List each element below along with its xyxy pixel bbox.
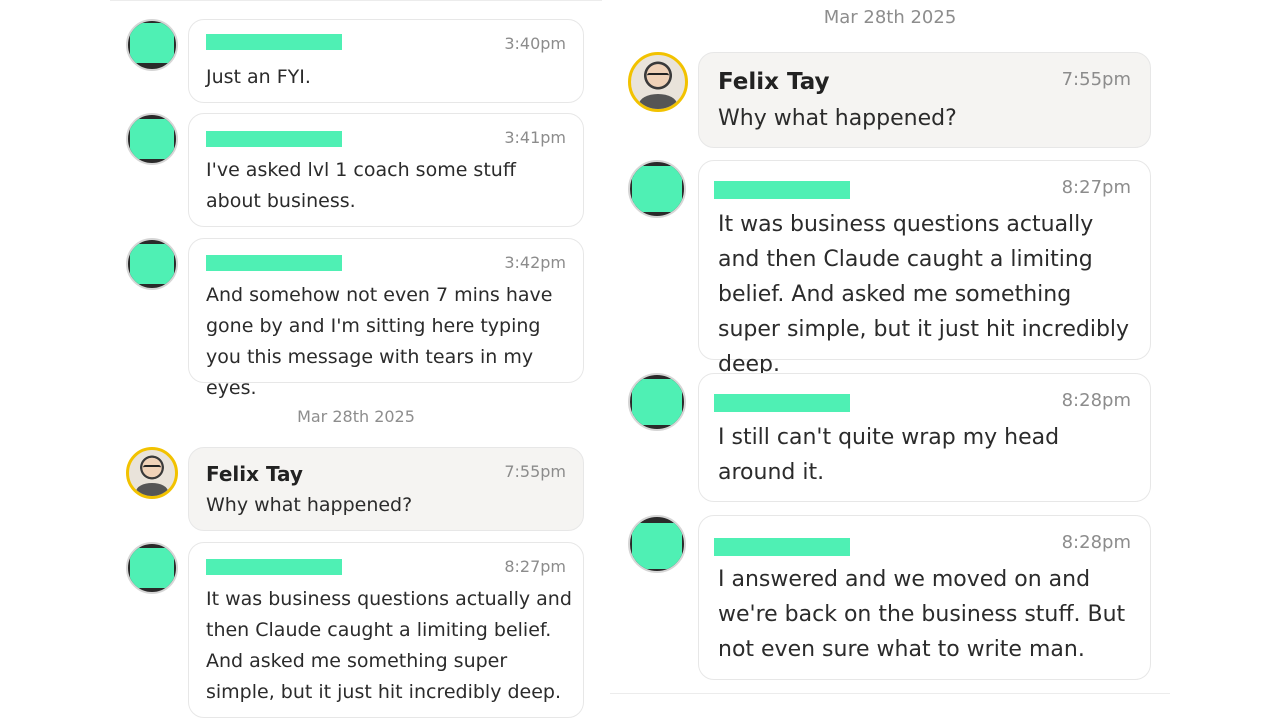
message-bubble[interactable]: 8:28pm I still can't quite wrap my head …: [698, 373, 1151, 502]
message-time: 3:42pm: [504, 253, 566, 272]
message-text: I answered and we moved on and we're bac…: [718, 567, 1126, 662]
message-time: 8:27pm: [1061, 177, 1131, 198]
avatar[interactable]: [628, 515, 686, 573]
chat-screenshot: 3:40pm Just an FYI. 3:41pm I've asked lv…: [0, 0, 1280, 720]
message-text: I still can't quite wrap my head around …: [718, 425, 1060, 485]
message-bubble[interactable]: 3:42pm And somehow not even 7 mins have …: [188, 238, 584, 399]
message-text: It was business questions actually and t…: [718, 212, 1130, 377]
glasses-icon: [142, 465, 162, 470]
redaction-box: [632, 379, 682, 425]
redacted-sender-name: [206, 131, 342, 147]
avatar[interactable]: [628, 373, 686, 431]
redaction-box: [632, 166, 682, 212]
message-row: 8:28pm I still can't quite wrap my head …: [610, 373, 1170, 502]
message-text: Why what happened?: [718, 106, 957, 131]
message-row: 3:42pm And somehow not even 7 mins have …: [110, 238, 602, 399]
chat-panel-left[interactable]: 3:40pm Just an FYI. 3:41pm I've asked lv…: [110, 0, 602, 720]
date-separator: Mar 28th 2025: [297, 407, 415, 426]
redaction-box: [130, 119, 174, 159]
glasses-icon: [647, 72, 669, 78]
message-time: 8:28pm: [1061, 532, 1131, 553]
date-separator: Mar 28th 2025: [823, 7, 957, 28]
message-time: 3:40pm: [504, 34, 566, 53]
message-text: And somehow not even 7 mins have gone by…: [206, 284, 553, 399]
message-bubble[interactable]: 8:27pm It was business questions actuall…: [698, 160, 1151, 377]
redacted-sender-name: [714, 538, 850, 556]
message-time: 8:28pm: [1061, 390, 1131, 411]
message-row: 8:28pm I answered and we moved on and we…: [610, 515, 1170, 680]
message-time: 7:55pm: [504, 462, 566, 481]
message-text: It was business questions actually and t…: [206, 588, 572, 703]
message-bubble[interactable]: Felix Tay 7:55pm Why what happened?: [188, 447, 584, 531]
avatar[interactable]: [126, 542, 178, 594]
message-bubble[interactable]: 8:28pm I answered and we moved on and we…: [698, 515, 1151, 680]
sender-name: Felix Tay: [206, 462, 303, 486]
shirt-shape: [639, 93, 677, 109]
redacted-sender-name: [714, 181, 850, 199]
redaction-box: [130, 548, 174, 588]
redaction-box: [130, 23, 174, 63]
avatar[interactable]: [126, 238, 178, 290]
avatar[interactable]: [126, 19, 178, 71]
message-row: 3:40pm Just an FYI.: [110, 19, 602, 103]
message-row: 3:41pm I've asked lvl 1 coach some stuff…: [110, 113, 602, 227]
avatar[interactable]: [628, 160, 686, 218]
redacted-sender-name: [206, 255, 342, 271]
message-bubble[interactable]: 3:40pm Just an FYI.: [188, 19, 584, 103]
message-row: Felix Tay 7:55pm Why what happened?: [610, 52, 1170, 148]
message-text: I've asked lvl 1 coach some stuff about …: [206, 159, 516, 212]
redacted-sender-name: [206, 34, 342, 50]
message-bubble[interactable]: Felix Tay 7:55pm Why what happened?: [698, 52, 1151, 148]
message-time: 8:27pm: [504, 557, 566, 576]
redacted-sender-name: [206, 559, 342, 575]
avatar[interactable]: [126, 113, 178, 165]
avatar-felix[interactable]: [126, 447, 178, 499]
redacted-sender-name: [714, 394, 850, 412]
message-time: 7:55pm: [1061, 69, 1131, 90]
redaction-box: [632, 523, 682, 569]
message-row: 8:27pm It was business questions actuall…: [110, 542, 602, 718]
sender-name: Felix Tay: [718, 69, 830, 95]
chat-panel-right[interactable]: Mar 28th 2025 Felix Tay 7:55pm Why what …: [610, 0, 1170, 694]
message-time: 3:41pm: [504, 128, 566, 147]
message-bubble[interactable]: 8:27pm It was business questions actuall…: [188, 542, 584, 718]
shirt-shape: [135, 483, 169, 496]
message-text: Why what happened?: [206, 494, 413, 516]
message-bubble[interactable]: 3:41pm I've asked lvl 1 coach some stuff…: [188, 113, 584, 227]
avatar-felix[interactable]: [628, 52, 688, 112]
message-text: Just an FYI.: [206, 66, 311, 88]
message-row: Felix Tay 7:55pm Why what happened?: [110, 447, 602, 531]
message-row: 8:27pm It was business questions actuall…: [610, 160, 1170, 377]
redaction-box: [130, 244, 174, 284]
